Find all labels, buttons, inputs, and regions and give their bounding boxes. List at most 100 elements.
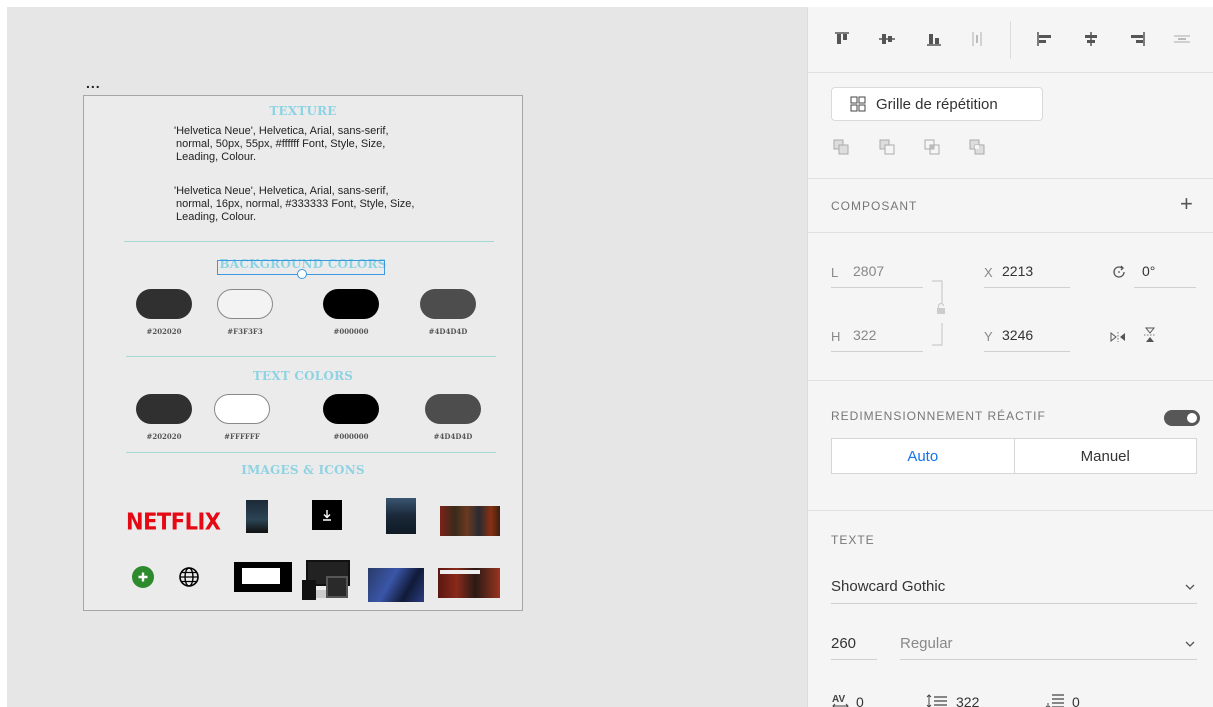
paragraph-spacing-field[interactable]: 0 bbox=[1072, 694, 1080, 707]
transform-section: L 2807 X 2213 0° H 322 Y 3246 bbox=[808, 233, 1213, 381]
font-size-field[interactable]: 260 bbox=[831, 635, 856, 652]
text-swatch-2[interactable] bbox=[214, 394, 270, 424]
auto-option[interactable]: Auto bbox=[832, 439, 1014, 473]
bg-hex-2[interactable]: #F3F3F3 bbox=[210, 327, 280, 336]
character-spacing-icon: AV bbox=[832, 694, 849, 707]
show-poster[interactable] bbox=[386, 498, 416, 534]
banner-title bbox=[440, 570, 480, 574]
align-left-icon[interactable] bbox=[1036, 31, 1054, 47]
add-boolean-icon[interactable] bbox=[833, 139, 849, 155]
device-stand bbox=[316, 590, 326, 598]
height-field[interactable]: 322 bbox=[853, 327, 876, 343]
bg-swatch-1[interactable] bbox=[136, 289, 192, 319]
align-toolbar bbox=[808, 7, 1213, 73]
character-spacing-field[interactable]: 0 bbox=[856, 694, 864, 707]
show-banner[interactable] bbox=[368, 568, 424, 602]
la-casa-de-papel-banner[interactable] bbox=[438, 568, 500, 598]
y-field[interactable]: 3246 bbox=[1002, 327, 1033, 343]
texture-line[interactable]: normal, 16px, normal, #333333 Font, Styl… bbox=[176, 198, 476, 211]
bg-hex-4[interactable]: #4D4D4D bbox=[413, 327, 483, 336]
section-divider bbox=[124, 241, 494, 242]
tv-icon[interactable] bbox=[234, 562, 292, 592]
top-strip bbox=[0, 0, 1213, 7]
text-hex-2[interactable]: #FFFFFF bbox=[207, 432, 277, 441]
texture-line[interactable]: normal, 50px, 55px, #ffffff Font, Style,… bbox=[176, 138, 476, 151]
width-field[interactable]: 2807 bbox=[853, 263, 884, 279]
tv-screen bbox=[242, 568, 280, 584]
artboard-title-ellipsis[interactable]: ... bbox=[86, 75, 101, 91]
bg-swatch-2[interactable] bbox=[217, 289, 273, 319]
texture-line[interactable]: 'Helvetica Neue', Helvetica, Arial, sans… bbox=[174, 185, 474, 198]
texture-line[interactable]: 'Helvetica Neue', Helvetica, Arial, sans… bbox=[174, 125, 474, 138]
align-middle-icon[interactable] bbox=[878, 31, 896, 47]
stranger-things-poster[interactable] bbox=[246, 500, 268, 533]
rotate-icon[interactable] bbox=[1110, 263, 1128, 281]
repeat-grid-section: Grille de répétition bbox=[808, 73, 1213, 179]
texture-title[interactable]: TEXTURE bbox=[84, 104, 522, 118]
selection-handle[interactable] bbox=[297, 269, 307, 279]
netflix-logo[interactable]: NETFLIX bbox=[126, 509, 221, 535]
text-section: TEXTE Showcard Gothic 260 Regular AV 0 3… bbox=[808, 511, 1213, 707]
text-hex-4[interactable]: #4D4D4D bbox=[418, 432, 488, 441]
exclude-boolean-icon[interactable] bbox=[969, 139, 985, 155]
artboard[interactable]: TEXTURE 'Helvetica Neue', Helvetica, Ari… bbox=[83, 95, 523, 611]
y-underline bbox=[984, 351, 1070, 352]
texture-line[interactable]: Leading, Colour. bbox=[176, 151, 476, 164]
align-center-icon[interactable] bbox=[1082, 31, 1100, 47]
bg-hex-1[interactable]: #202020 bbox=[129, 327, 199, 336]
text-hex-1[interactable]: #202020 bbox=[129, 432, 199, 441]
add-circle-icon[interactable] bbox=[132, 566, 154, 588]
component-label: COMPOSANT bbox=[831, 199, 918, 213]
font-family-select[interactable]: Showcard Gothic bbox=[831, 578, 945, 595]
lock-aspect-icon[interactable] bbox=[930, 277, 948, 349]
property-inspector: Grille de répétition COMPOSANT + L 2807 … bbox=[807, 7, 1213, 707]
distribute-vertical-icon[interactable] bbox=[968, 31, 986, 47]
content-collage[interactable] bbox=[440, 506, 500, 536]
line-spacing-icon bbox=[926, 694, 947, 707]
align-right-icon[interactable] bbox=[1128, 31, 1146, 47]
text-swatch-4[interactable] bbox=[425, 394, 481, 424]
align-top-icon[interactable] bbox=[833, 31, 851, 47]
bg-hex-3[interactable]: #000000 bbox=[316, 327, 386, 336]
globe-icon[interactable] bbox=[178, 566, 200, 588]
text-label: TEXTE bbox=[831, 533, 875, 547]
devices-image[interactable] bbox=[302, 560, 362, 600]
bg-swatch-3[interactable] bbox=[323, 289, 379, 319]
distribute-horizontal-icon[interactable] bbox=[1173, 31, 1191, 47]
subtract-boolean-icon[interactable] bbox=[879, 139, 895, 155]
responsive-toggle[interactable] bbox=[1164, 410, 1200, 426]
flip-vertical-icon[interactable] bbox=[1143, 327, 1157, 343]
tablet bbox=[326, 576, 348, 598]
manual-option[interactable]: Manuel bbox=[1013, 439, 1197, 473]
resize-mode-segment: Auto Manuel bbox=[831, 438, 1197, 474]
chevron-down-icon[interactable] bbox=[1185, 641, 1195, 647]
flip-horizontal-icon[interactable] bbox=[1110, 331, 1126, 343]
repeat-grid-button[interactable]: Grille de répétition bbox=[831, 87, 1043, 121]
line-spacing-field[interactable]: 322 bbox=[956, 694, 979, 707]
section-divider bbox=[126, 452, 496, 453]
align-bottom-icon[interactable] bbox=[925, 31, 943, 47]
repeat-grid-label: Grille de répétition bbox=[876, 95, 998, 113]
text-hex-3[interactable]: #000000 bbox=[316, 432, 386, 441]
x-label: X bbox=[984, 265, 993, 280]
intersect-boolean-icon[interactable] bbox=[924, 139, 940, 155]
text-colors-title[interactable]: TEXT COLORS bbox=[84, 369, 522, 383]
rotation-field[interactable]: 0° bbox=[1142, 263, 1155, 279]
chevron-down-icon[interactable] bbox=[1185, 584, 1195, 590]
x-field[interactable]: 2213 bbox=[1002, 263, 1033, 279]
responsive-section: REDIMENSIONNEMENT RÉACTIF Auto Manuel bbox=[808, 381, 1213, 511]
download-icon[interactable] bbox=[312, 500, 342, 530]
responsive-label: REDIMENSIONNEMENT RÉACTIF bbox=[831, 409, 1046, 423]
bg-swatch-4[interactable] bbox=[420, 289, 476, 319]
text-swatch-3[interactable] bbox=[323, 394, 379, 424]
design-canvas[interactable]: ... TEXTURE 'Helvetica Neue', Helvetica,… bbox=[7, 7, 807, 707]
images-icons-title[interactable]: IMAGES & ICONS bbox=[84, 463, 522, 477]
y-label: Y bbox=[984, 329, 993, 344]
add-component-icon[interactable]: + bbox=[1180, 191, 1193, 217]
width-label: L bbox=[831, 265, 839, 280]
font-weight-select[interactable]: Regular bbox=[900, 635, 953, 652]
texture-line[interactable]: Leading, Colour. bbox=[176, 211, 476, 224]
rotation-underline bbox=[1134, 287, 1196, 288]
repeat-grid-icon bbox=[850, 96, 866, 112]
text-swatch-1[interactable] bbox=[136, 394, 192, 424]
